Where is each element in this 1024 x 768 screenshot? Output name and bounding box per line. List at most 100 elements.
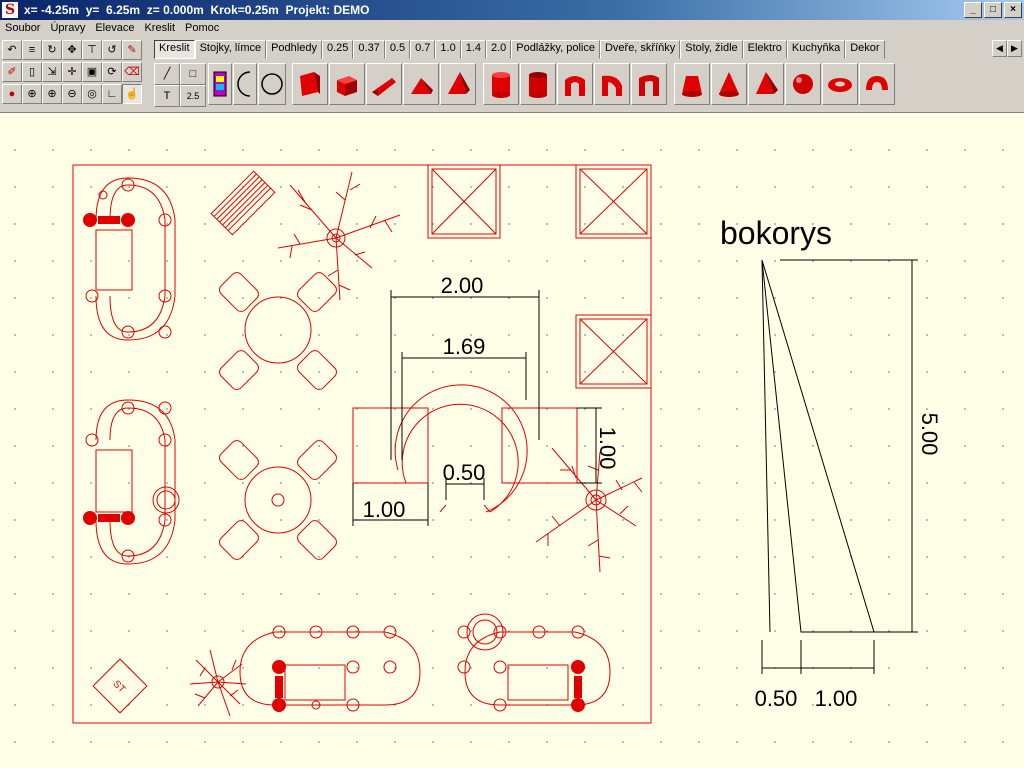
table-set-1 (219, 272, 337, 390)
cross-move-icon[interactable]: ✛ (62, 62, 82, 82)
grid-dot (14, 297, 16, 299)
zoom-in-icon[interactable]: ⊕ (22, 84, 42, 104)
menu-elevace[interactable]: Elevace (90, 20, 139, 34)
grid-dot (812, 556, 814, 558)
wedge-icon[interactable] (366, 63, 402, 105)
grid-dot (470, 556, 472, 558)
tab-037[interactable]: 0.37 (353, 40, 385, 59)
grid-dot (736, 741, 738, 743)
cube-icon[interactable] (292, 63, 328, 105)
text-edit-icon[interactable]: ≡ (22, 40, 42, 60)
torus-icon[interactable] (822, 63, 858, 105)
tab-10[interactable]: 1.0 (435, 40, 461, 59)
ring-icon[interactable] (859, 63, 895, 105)
grid-dot (622, 445, 624, 447)
cone2-icon[interactable] (711, 63, 747, 105)
menu-soubor[interactable]: Soubor (0, 20, 45, 34)
grid-dot (52, 704, 54, 706)
tab-stojky[interactable]: Stojky, límce (194, 40, 267, 59)
tab-dekor[interactable]: Dekor (845, 40, 885, 59)
tab-05[interactable]: 0.5 (384, 40, 411, 59)
menu-pomoc[interactable]: Pomoc (180, 20, 224, 34)
menu-upravy[interactable]: Úpravy (45, 20, 90, 34)
rect-icon[interactable]: □ (180, 63, 206, 85)
cylinder2-icon[interactable] (520, 63, 556, 105)
grid-dot (774, 186, 776, 188)
grid-dot (736, 371, 738, 373)
hand-icon[interactable]: ☝ (122, 84, 142, 104)
drawing-canvas[interactable]: 2.00 1.69 0.50 1.00 1.00 bokorys 5.00 0.… (0, 113, 1024, 768)
tab-025[interactable]: 0.25 (321, 40, 354, 59)
tab-07[interactable]: 0.7 (410, 40, 436, 59)
zoom-fit-icon[interactable]: ◎ (82, 84, 102, 104)
grid-dot (52, 593, 54, 595)
tab-14[interactable]: 1.4 (460, 40, 486, 59)
tab-stoly[interactable]: Stoly, židle (680, 40, 743, 59)
tab-scroll-left-icon[interactable]: ◀ (992, 40, 1007, 57)
rotate-icon[interactable]: ↻ (42, 40, 62, 60)
brush-icon[interactable]: ✐ (2, 62, 22, 82)
refresh-icon[interactable]: ↺ (102, 40, 122, 60)
circle-icon[interactable] (258, 63, 286, 105)
pyramid2-icon[interactable] (748, 63, 784, 105)
palette-icon[interactable]: ● (2, 84, 22, 104)
maximize-button[interactable]: □ (984, 2, 1002, 18)
grid-dot (204, 371, 206, 373)
grid-dot (622, 630, 624, 632)
grid-dot (14, 371, 16, 373)
box-icon[interactable] (329, 63, 365, 105)
angle-icon[interactable]: ∟ (102, 84, 122, 104)
grid-dot (204, 408, 206, 410)
stretch-icon[interactable]: ⇲ (42, 62, 62, 82)
app-icon[interactable]: S (2, 2, 18, 18)
grid-dot (432, 482, 434, 484)
grid-dot (356, 260, 358, 262)
grid-dot (1002, 704, 1004, 706)
zoom-out-icon[interactable]: ⊖ (62, 84, 82, 104)
tab-kuchynka[interactable]: Kuchyňka (786, 40, 846, 59)
pyramid-icon[interactable] (440, 63, 476, 105)
grid-dot (812, 519, 814, 521)
grid-dot (508, 556, 510, 558)
align-icon[interactable]: ⊤ (82, 40, 102, 60)
tab-20[interactable]: 2.0 (486, 40, 512, 59)
minimize-button[interactable]: _ (964, 2, 982, 18)
frame-icon[interactable]: ▣ (82, 62, 102, 82)
arc-icon[interactable] (233, 63, 257, 105)
rotate2-icon[interactable]: ⟳ (102, 62, 122, 82)
arch-icon[interactable] (557, 63, 593, 105)
grid-dot (926, 260, 928, 262)
cone-icon[interactable] (674, 63, 710, 105)
prism-icon[interactable] (403, 63, 439, 105)
side-label-050: 0.50 (755, 686, 798, 711)
erase-icon[interactable]: ⌫ (122, 62, 142, 82)
tab-elektro[interactable]: Elektro (742, 40, 787, 59)
arch3-icon[interactable] (631, 63, 667, 105)
select-icon[interactable]: ▯ (22, 62, 42, 82)
line-icon[interactable]: ╱ (154, 63, 180, 85)
grid-dot (470, 371, 472, 373)
pen-icon[interactable]: ✎ (122, 40, 142, 60)
close-button[interactable]: × (1004, 2, 1022, 18)
undo-icon[interactable]: ↶ (2, 40, 22, 60)
tab-scroll-right-icon[interactable]: ▶ (1007, 40, 1022, 57)
text-tool[interactable]: T (154, 85, 180, 107)
grid-dot (660, 260, 662, 262)
grid-dot (622, 334, 624, 336)
tab-dvere[interactable]: Dveře, skříňky (599, 40, 681, 59)
tab-kreslit[interactable]: Kreslit (154, 40, 195, 59)
arch2-icon[interactable] (594, 63, 630, 105)
grid-dot (242, 630, 244, 632)
cylinder-icon[interactable] (483, 63, 519, 105)
dimension-tool[interactable]: 2.5 (180, 85, 206, 107)
sphere-icon[interactable] (785, 63, 821, 105)
tab-podlazky[interactable]: Podlážky, police (511, 40, 600, 59)
tab-podhledy[interactable]: Podhledy (266, 40, 322, 59)
grid-dot (964, 223, 966, 225)
grid-dot (622, 741, 624, 743)
color-icon[interactable] (208, 63, 232, 105)
zoom-in2-icon[interactable]: ⊕ (42, 84, 62, 104)
move-icon[interactable]: ✥ (62, 40, 82, 60)
menu-kreslit[interactable]: Kreslit (139, 20, 180, 34)
grid-dot (850, 223, 852, 225)
